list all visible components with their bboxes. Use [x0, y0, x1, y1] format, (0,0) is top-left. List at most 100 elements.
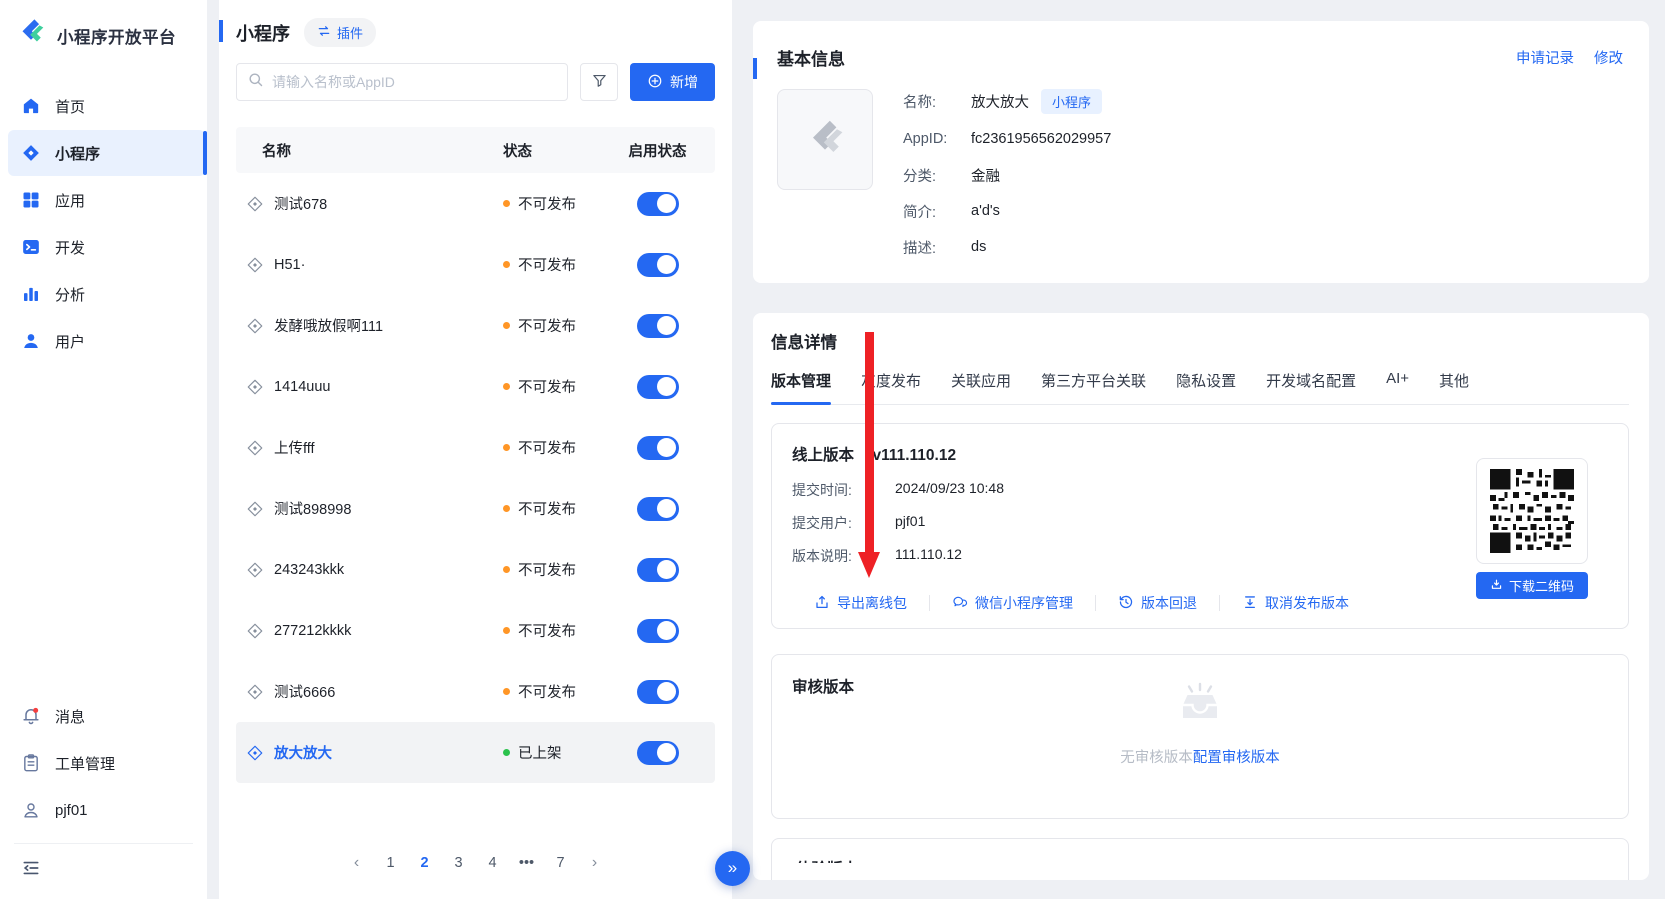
sidebar-item-account[interactable]: pjf01 [8, 787, 205, 833]
table-row[interactable]: 测试6666不可发布 [236, 661, 715, 722]
table-row[interactable]: 277212kkkk不可发布 [236, 600, 715, 661]
enable-toggle[interactable] [637, 680, 679, 704]
sidebar-item-miniprogram[interactable]: 小程序 [8, 130, 205, 176]
action-label: 导出离线包 [837, 593, 907, 613]
basic-info-field: 分类:金融 [903, 164, 1111, 186]
miniprogram-name-cell: 测试6666 [236, 681, 470, 702]
table-row[interactable]: 放大放大已上架 [236, 722, 715, 783]
sidebar-bottom-nav: 消息工单管理pjf01 [0, 693, 207, 833]
status-dot [503, 200, 510, 207]
status-label: 不可发布 [518, 498, 576, 519]
pagination-page[interactable]: 3 [446, 849, 472, 877]
diamond-icon [246, 561, 264, 579]
sidebar-item-analytics[interactable]: 分析 [8, 271, 205, 317]
enable-toggle[interactable] [637, 253, 679, 277]
status-dot [503, 566, 510, 573]
status-cell: 不可发布 [470, 620, 600, 641]
filter-button[interactable] [580, 63, 618, 101]
search-input[interactable] [272, 74, 557, 90]
tab-版本管理[interactable]: 版本管理 [771, 370, 831, 404]
sidebar-item-users[interactable]: 用户 [8, 318, 205, 364]
edit-link[interactable]: 修改 [1594, 47, 1623, 68]
apps-icon [21, 190, 41, 210]
qr-code [1476, 458, 1588, 564]
enable-toggle[interactable] [637, 741, 679, 765]
sidebar-item-apps-label: 应用 [55, 190, 85, 211]
download-qr-button[interactable]: 下载二维码 [1476, 572, 1588, 599]
avatar-logo-icon [801, 116, 849, 164]
enable-cell [600, 497, 715, 521]
pagination-page[interactable]: 1 [378, 849, 404, 877]
tab-其他[interactable]: 其他 [1439, 370, 1469, 404]
enable-toggle[interactable] [637, 497, 679, 521]
enable-toggle[interactable] [637, 558, 679, 582]
plus-circle-icon [647, 73, 663, 92]
sidebar-item-dev[interactable]: 开发 [8, 224, 205, 270]
enable-toggle[interactable] [637, 314, 679, 338]
miniprogram-name-cell: 277212kkkk [236, 622, 470, 640]
app-window: 小程序开放平台 首页小程序应用开发分析用户 消息工单管理pjf01 小程序 [0, 0, 1665, 899]
application-record-link[interactable]: 申请记录 [1516, 47, 1574, 68]
pagination-page[interactable]: 4 [480, 849, 506, 877]
chevron-double-right-icon: » [728, 859, 737, 876]
miniprogram-name: 1414uuu [274, 379, 330, 395]
page-title: 小程序 [236, 20, 290, 46]
tab-AI+[interactable]: AI+ [1386, 370, 1409, 404]
action-版本回退[interactable]: 版本回退 [1096, 593, 1219, 613]
sidebar-item-dev-label: 开发 [55, 237, 85, 258]
tab-隐私设置[interactable]: 隐私设置 [1176, 370, 1236, 404]
miniprogram-name-cell: 243243kkk [236, 561, 470, 579]
status-cell: 不可发布 [470, 437, 600, 458]
tab-开发域名配置[interactable]: 开发域名配置 [1266, 370, 1356, 404]
table-row[interactable]: 测试898998不可发布 [236, 478, 715, 539]
tab-灰度发布[interactable]: 灰度发布 [861, 370, 921, 404]
sidebar-item-apps[interactable]: 应用 [8, 177, 205, 223]
tab-关联应用[interactable]: 关联应用 [951, 370, 1011, 404]
basic-info-title: 基本信息 [777, 45, 845, 70]
pagination-page[interactable]: 7 [548, 849, 574, 877]
tab-第三方平台关联[interactable]: 第三方平台关联 [1041, 370, 1146, 404]
online-version-number: v111.110.12 [872, 447, 956, 464]
sidebar-item-messages[interactable]: 消息 [8, 693, 205, 739]
plugin-switch[interactable]: 插件 [304, 18, 376, 47]
add-button[interactable]: 新增 [630, 63, 715, 101]
action-导出离线包[interactable]: 导出离线包 [796, 593, 929, 613]
pagination-page[interactable]: 2 [412, 849, 438, 877]
table-row[interactable]: 1414uuu 不可发布 [236, 356, 715, 417]
miniprogram-name: 上传fff [274, 437, 315, 458]
sidebar-item-tickets[interactable]: 工单管理 [8, 740, 205, 786]
action-取消发布版本[interactable]: 取消发布版本 [1220, 593, 1371, 613]
miniprogram-type-badge: 小程序 [1041, 89, 1102, 114]
miniprogram-name: 放大放大 [274, 742, 332, 763]
enable-toggle[interactable] [637, 436, 679, 460]
action-微信小程序管理[interactable]: 微信小程序管理 [930, 593, 1095, 613]
expand-panel-button[interactable]: » [715, 851, 750, 886]
pagination-next[interactable]: › [582, 849, 608, 877]
enable-toggle[interactable] [637, 192, 679, 216]
pagination-prev[interactable]: ‹ [344, 849, 370, 877]
status-label: 不可发布 [518, 254, 576, 275]
swap-icon [317, 24, 331, 41]
enable-cell [600, 314, 715, 338]
table-row[interactable]: 测试678 不可发布 [236, 173, 715, 234]
enable-toggle[interactable] [637, 375, 679, 399]
status-dot [503, 505, 510, 512]
pagination-ellipsis[interactable]: ••• [514, 849, 540, 877]
table-row[interactable]: 上传fff 不可发布 [236, 417, 715, 478]
logo-icon [14, 16, 48, 55]
status-label: 不可发布 [518, 193, 576, 214]
miniprogram-name-cell: 1414uuu [236, 378, 470, 396]
table-row[interactable]: H51· 不可发布 [236, 234, 715, 295]
table-row[interactable]: 发酵哦放假啊111不可发布 [236, 295, 715, 356]
miniprogram-name: H51· [274, 257, 305, 273]
configure-review-version-link[interactable]: 配置审核版本 [1193, 750, 1280, 766]
collapse-sidebar-button[interactable] [0, 848, 207, 891]
diamond-icon [246, 622, 264, 640]
status-cell: 不可发布 [470, 376, 600, 397]
enable-toggle[interactable] [637, 619, 679, 643]
table-row[interactable]: 243243kkk不可发布 [236, 539, 715, 600]
enable-cell [600, 436, 715, 460]
miniprogram-name: 测试678 [274, 193, 327, 214]
field-value: ds [971, 239, 986, 255]
sidebar-item-home[interactable]: 首页 [8, 83, 205, 129]
